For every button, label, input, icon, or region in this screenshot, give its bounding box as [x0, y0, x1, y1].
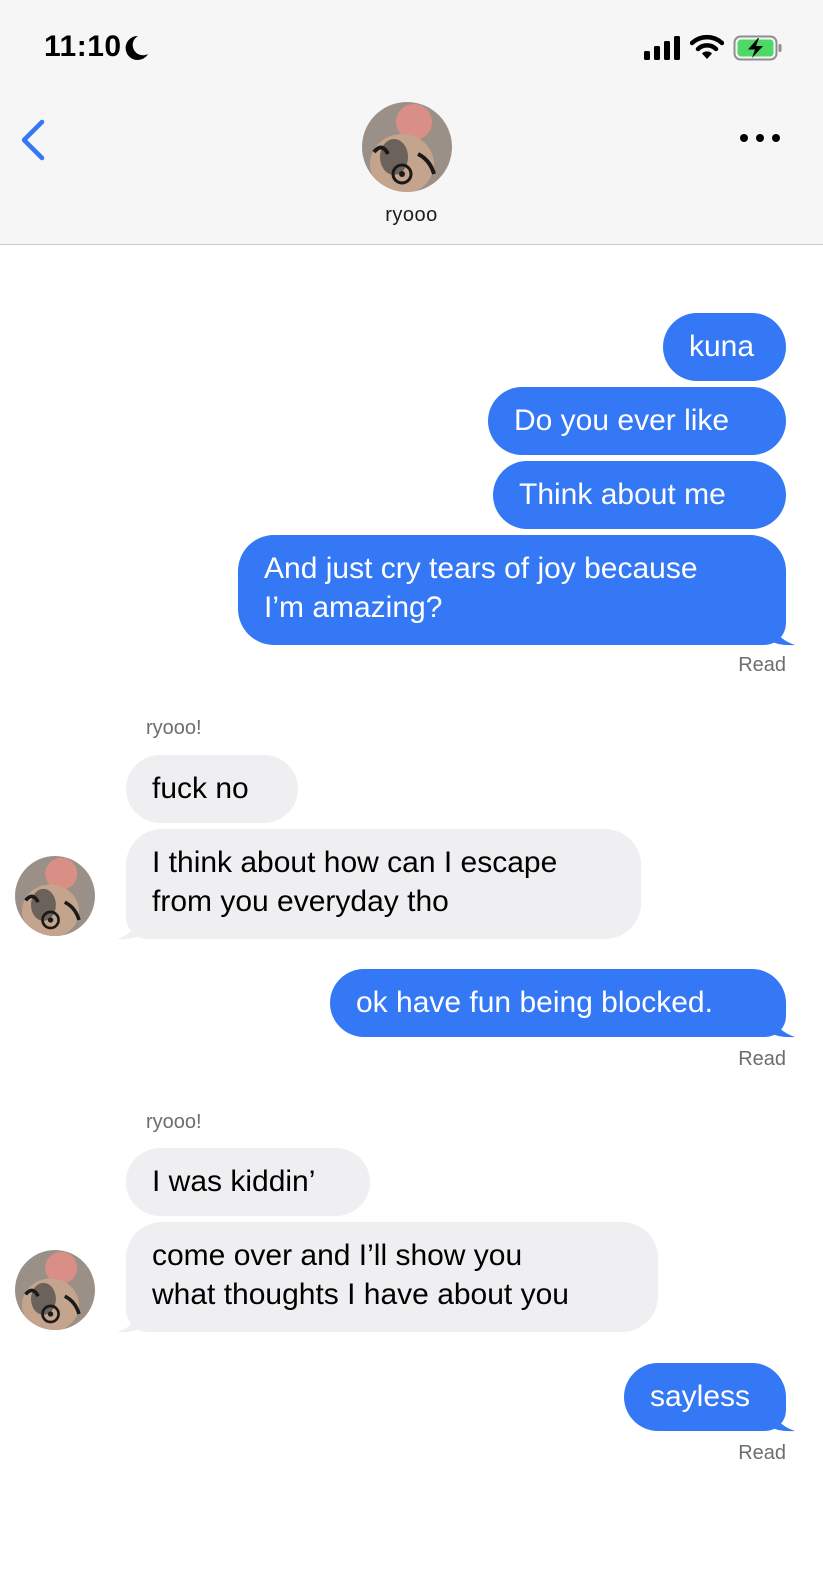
- message-line: And just cry tears of joy because: [264, 552, 698, 585]
- avatar[interactable]: [15, 856, 95, 936]
- outgoing-message[interactable]: Do you ever like: [488, 387, 786, 455]
- incoming-message[interactable]: I was kiddin’: [126, 1148, 370, 1216]
- message-text: Think about me: [519, 478, 726, 511]
- avatar[interactable]: [15, 1250, 95, 1330]
- read-receipt: Read: [738, 654, 786, 676]
- contact-avatar[interactable]: [362, 102, 452, 192]
- back-chevron-icon[interactable]: [18, 118, 52, 162]
- incoming-message[interactable]: come over and I’ll show you what thought…: [126, 1222, 658, 1332]
- read-receipt: Read: [738, 1442, 786, 1464]
- outgoing-message[interactable]: kuna: [663, 313, 786, 381]
- message-text: ok have fun being blocked.: [356, 986, 713, 1019]
- read-receipt: Read: [738, 1048, 786, 1070]
- bubble-tail: [768, 620, 795, 646]
- bubble-tail: [117, 914, 144, 940]
- message-line: from you everyday tho: [152, 885, 449, 918]
- message-text: sayless: [650, 1380, 751, 1413]
- bubble-tail: [768, 1406, 795, 1432]
- message-line: what thoughts I have about you: [152, 1278, 569, 1311]
- message-line: I’m amazing?: [264, 591, 443, 624]
- message-text: kuna: [689, 330, 755, 363]
- outgoing-message[interactable]: sayless: [624, 1363, 786, 1431]
- message-line: I think about how can I escape: [152, 846, 558, 879]
- outgoing-message[interactable]: Think about me: [493, 461, 786, 529]
- moon-icon: [125, 35, 148, 60]
- incoming-message[interactable]: I think about how can I escape from you …: [126, 829, 641, 939]
- status-time: 11:10: [44, 30, 122, 63]
- battery-charging-icon: [733, 35, 782, 61]
- wifi-icon: [690, 34, 724, 59]
- bubble-tail: [768, 1012, 795, 1038]
- message-text: I was kiddin’: [152, 1165, 316, 1198]
- outgoing-message[interactable]: And just cry tears of joy because I’m am…: [238, 535, 786, 645]
- message-line: come over and I’ll show you: [152, 1239, 523, 1272]
- outgoing-message[interactable]: ok have fun being blocked.: [330, 969, 786, 1037]
- bubble-tail: [117, 1307, 144, 1333]
- message-text: fuck no: [152, 772, 249, 805]
- sender-name: ryooo!: [146, 717, 202, 739]
- conversation-header: 11:10 ryooo: [0, 0, 823, 245]
- sender-name: ryooo!: [146, 1111, 202, 1133]
- cellular-signal-icon: [644, 36, 680, 60]
- more-icon[interactable]: [738, 128, 782, 148]
- incoming-message[interactable]: fuck no: [126, 755, 298, 823]
- message-text: Do you ever like: [514, 404, 730, 437]
- contact-name[interactable]: ryooo: [0, 204, 823, 227]
